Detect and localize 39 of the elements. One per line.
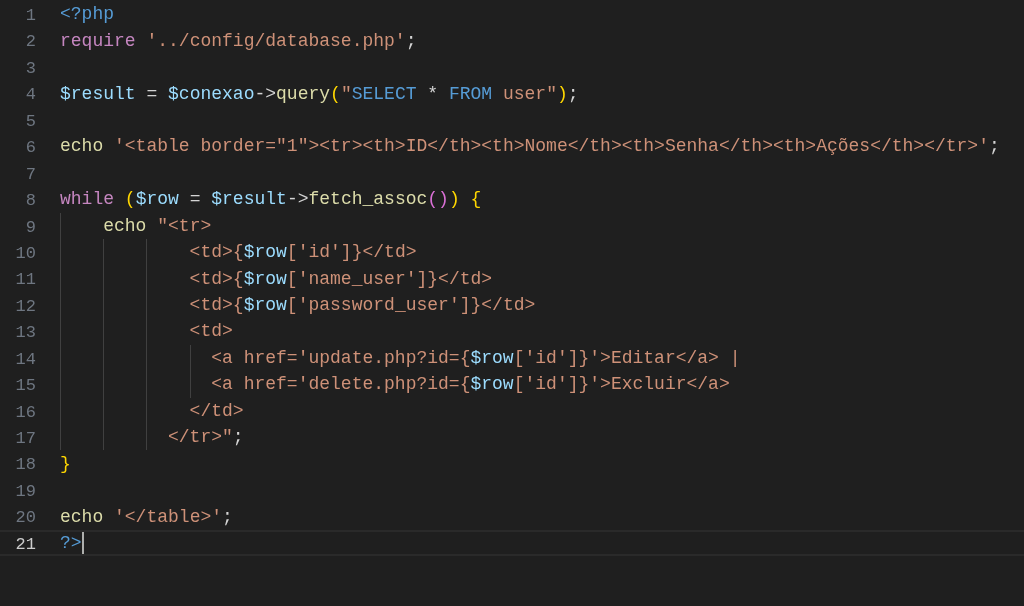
code-line: </td> [188,399,244,422]
line-number: 5 [24,110,36,132]
line-number: 6 [24,137,36,158]
line-number: 13 [14,322,36,343]
line-number: 18 [14,454,36,475]
code-line: <td>{$row['name_user']}</td> [188,267,493,290]
text-cursor [81,531,84,554]
code-line: while ($row = $result->fetch_assoc()) { [60,188,482,211]
line-number: 1 [24,5,36,26]
line-number: 10 [14,242,36,264]
code-line: <td> [188,320,233,343]
line-number: 16 [14,401,36,422]
code-line: echo '<table border="1"><tr><th>ID</th><th>Nome</th><th>Senha</th><th>Ações</th></tr>'; [60,135,1000,158]
code-line: <?php [60,3,114,26]
line-number: 20 [14,507,36,528]
code-line: echo "<tr> [102,214,212,237]
line-number: 15 [14,375,36,396]
line-number: 2 [24,31,36,52]
line-number: 9 [24,216,36,237]
line-number: 3 [24,57,36,79]
code-line: <td>{$row['id']}</td> [188,241,417,264]
line-number: 14 [14,348,36,370]
line-number: 17 [14,428,36,449]
line-number: 4 [24,84,36,105]
line-number: 8 [24,190,36,211]
code-line: $result = $conexao->query("SELECT * FROM user"); [60,82,579,105]
line-number: 11 [14,269,36,290]
code-line: echo '</table>'; [60,505,233,528]
code-line: </tr>"; [167,426,244,449]
code-line: <a href='delete.php?id={$row['id']}'>Excluir</a> [210,373,730,396]
line-number: 21 [14,533,36,555]
code-line: ?> [60,531,82,554]
code-line: } [60,452,71,475]
code-line: <td>{$row['password_user']}</td> [188,294,536,317]
code-line: require '../config/database.php'; [60,29,417,52]
line-number: 12 [14,295,36,317]
line-number: 19 [14,480,36,502]
code-line: <a href='update.php?id={$row['id']}'>Editar</a> | [210,346,741,369]
line-number: 7 [24,163,36,185]
